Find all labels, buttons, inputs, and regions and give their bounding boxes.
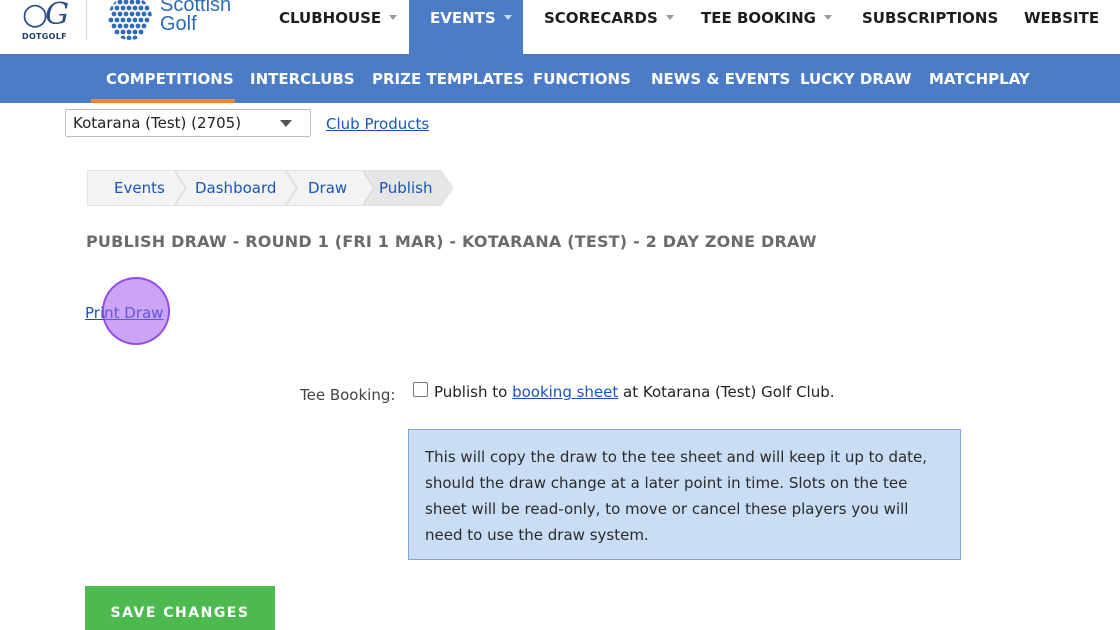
- top-bar: ○G DOTGOLF Scottish Golf CLUBHOUSE EVENT…: [0, 0, 1120, 54]
- active-tab-indicator: [91, 99, 235, 103]
- subnav-functions[interactable]: FUNCTIONS: [533, 70, 631, 88]
- booking-sheet-link[interactable]: booking sheet: [512, 383, 618, 401]
- breadcrumb-separator: [174, 170, 187, 206]
- save-changes-button[interactable]: SAVE CHANGES: [85, 586, 275, 630]
- caret-down-icon: [389, 15, 398, 20]
- breadcrumb-draw[interactable]: Draw: [308, 179, 347, 197]
- topnav-clubhouse[interactable]: CLUBHOUSE: [264, 0, 402, 54]
- scottish-golf-wordmark: Scottish Golf: [160, 0, 231, 34]
- info-box: This will copy the draw to the tee sheet…: [408, 429, 961, 560]
- subnav-news-events[interactable]: NEWS & EVENTS: [651, 70, 790, 88]
- sub-navigation: COMPETITIONS INTERCLUBS PRIZE TEMPLATES …: [0, 54, 1120, 103]
- club-select[interactable]: Kotarana (Test) (2705): [65, 109, 311, 137]
- topnav-website-label: WEBSITE: [1024, 9, 1100, 27]
- subnav-prize-templates[interactable]: PRIZE TEMPLATES: [372, 70, 524, 88]
- dotgolf-logo[interactable]: ○G DOTGOLF: [22, 0, 69, 42]
- caret-down-icon: [503, 15, 512, 20]
- topnav-events[interactable]: EVENTS: [409, 0, 523, 54]
- topnav-website[interactable]: WEBSITE: [1024, 0, 1114, 54]
- topnav-events-label: EVENTS: [430, 9, 496, 27]
- dotgolf-mark-icon: ○G: [22, 0, 69, 32]
- dotgolf-label: DOTGOLF: [22, 32, 67, 41]
- publish-to-booking-sheet-checkbox[interactable]: [413, 382, 428, 397]
- breadcrumb-dashboard[interactable]: Dashboard: [195, 179, 276, 197]
- logo-divider: [86, 0, 87, 40]
- club-products-link[interactable]: Club Products: [326, 115, 429, 133]
- subnav-competitions[interactable]: COMPETITIONS: [106, 70, 234, 88]
- caret-down-icon: [665, 15, 674, 20]
- breadcrumb-events[interactable]: Events: [114, 179, 165, 197]
- breadcrumb-publish[interactable]: Publish: [379, 179, 432, 197]
- breadcrumb-end-arrow: [441, 170, 454, 206]
- subnav-interclubs[interactable]: INTERCLUBS: [250, 70, 355, 88]
- subnav-matchplay[interactable]: MATCHPLAY: [929, 70, 1030, 88]
- publish-prefix: Publish to: [434, 383, 508, 401]
- page-title: PUBLISH DRAW - ROUND 1 (FRI 1 MAR) - KOT…: [86, 232, 817, 251]
- topnav-clubhouse-label: CLUBHOUSE: [279, 9, 382, 27]
- topnav-scorecards[interactable]: SCORECARDS: [544, 0, 684, 54]
- topnav-subscriptions[interactable]: SUBSCRIPTIONS: [862, 0, 1002, 54]
- click-indicator: [102, 277, 170, 345]
- scottish-golf-line2: Golf: [160, 13, 197, 35]
- scottish-golf-logo[interactable]: Scottish Golf: [106, 0, 246, 42]
- breadcrumb-separator: [285, 170, 298, 206]
- club-select-value: Kotarana (Test) (2705): [73, 114, 242, 132]
- tee-booking-label: Tee Booking:: [300, 386, 396, 404]
- caret-down-icon: [823, 15, 832, 20]
- publish-suffix: at Kotarana (Test) Golf Club.: [623, 383, 835, 401]
- subnav-lucky-draw[interactable]: LUCKY DRAW: [800, 70, 911, 88]
- publish-option-text: Publish to booking sheet at Kotarana (Te…: [434, 383, 835, 401]
- breadcrumb-separator: [362, 170, 375, 206]
- topnav-subscriptions-label: SUBSCRIPTIONS: [862, 9, 999, 27]
- topnav-scorecards-label: SCORECARDS: [544, 9, 658, 27]
- topnav-tee-booking[interactable]: TEE BOOKING: [701, 0, 841, 54]
- golf-ball-icon: [108, 0, 152, 40]
- topnav-tee-booking-label: TEE BOOKING: [701, 9, 816, 27]
- dropdown-arrow-icon: [280, 120, 292, 127]
